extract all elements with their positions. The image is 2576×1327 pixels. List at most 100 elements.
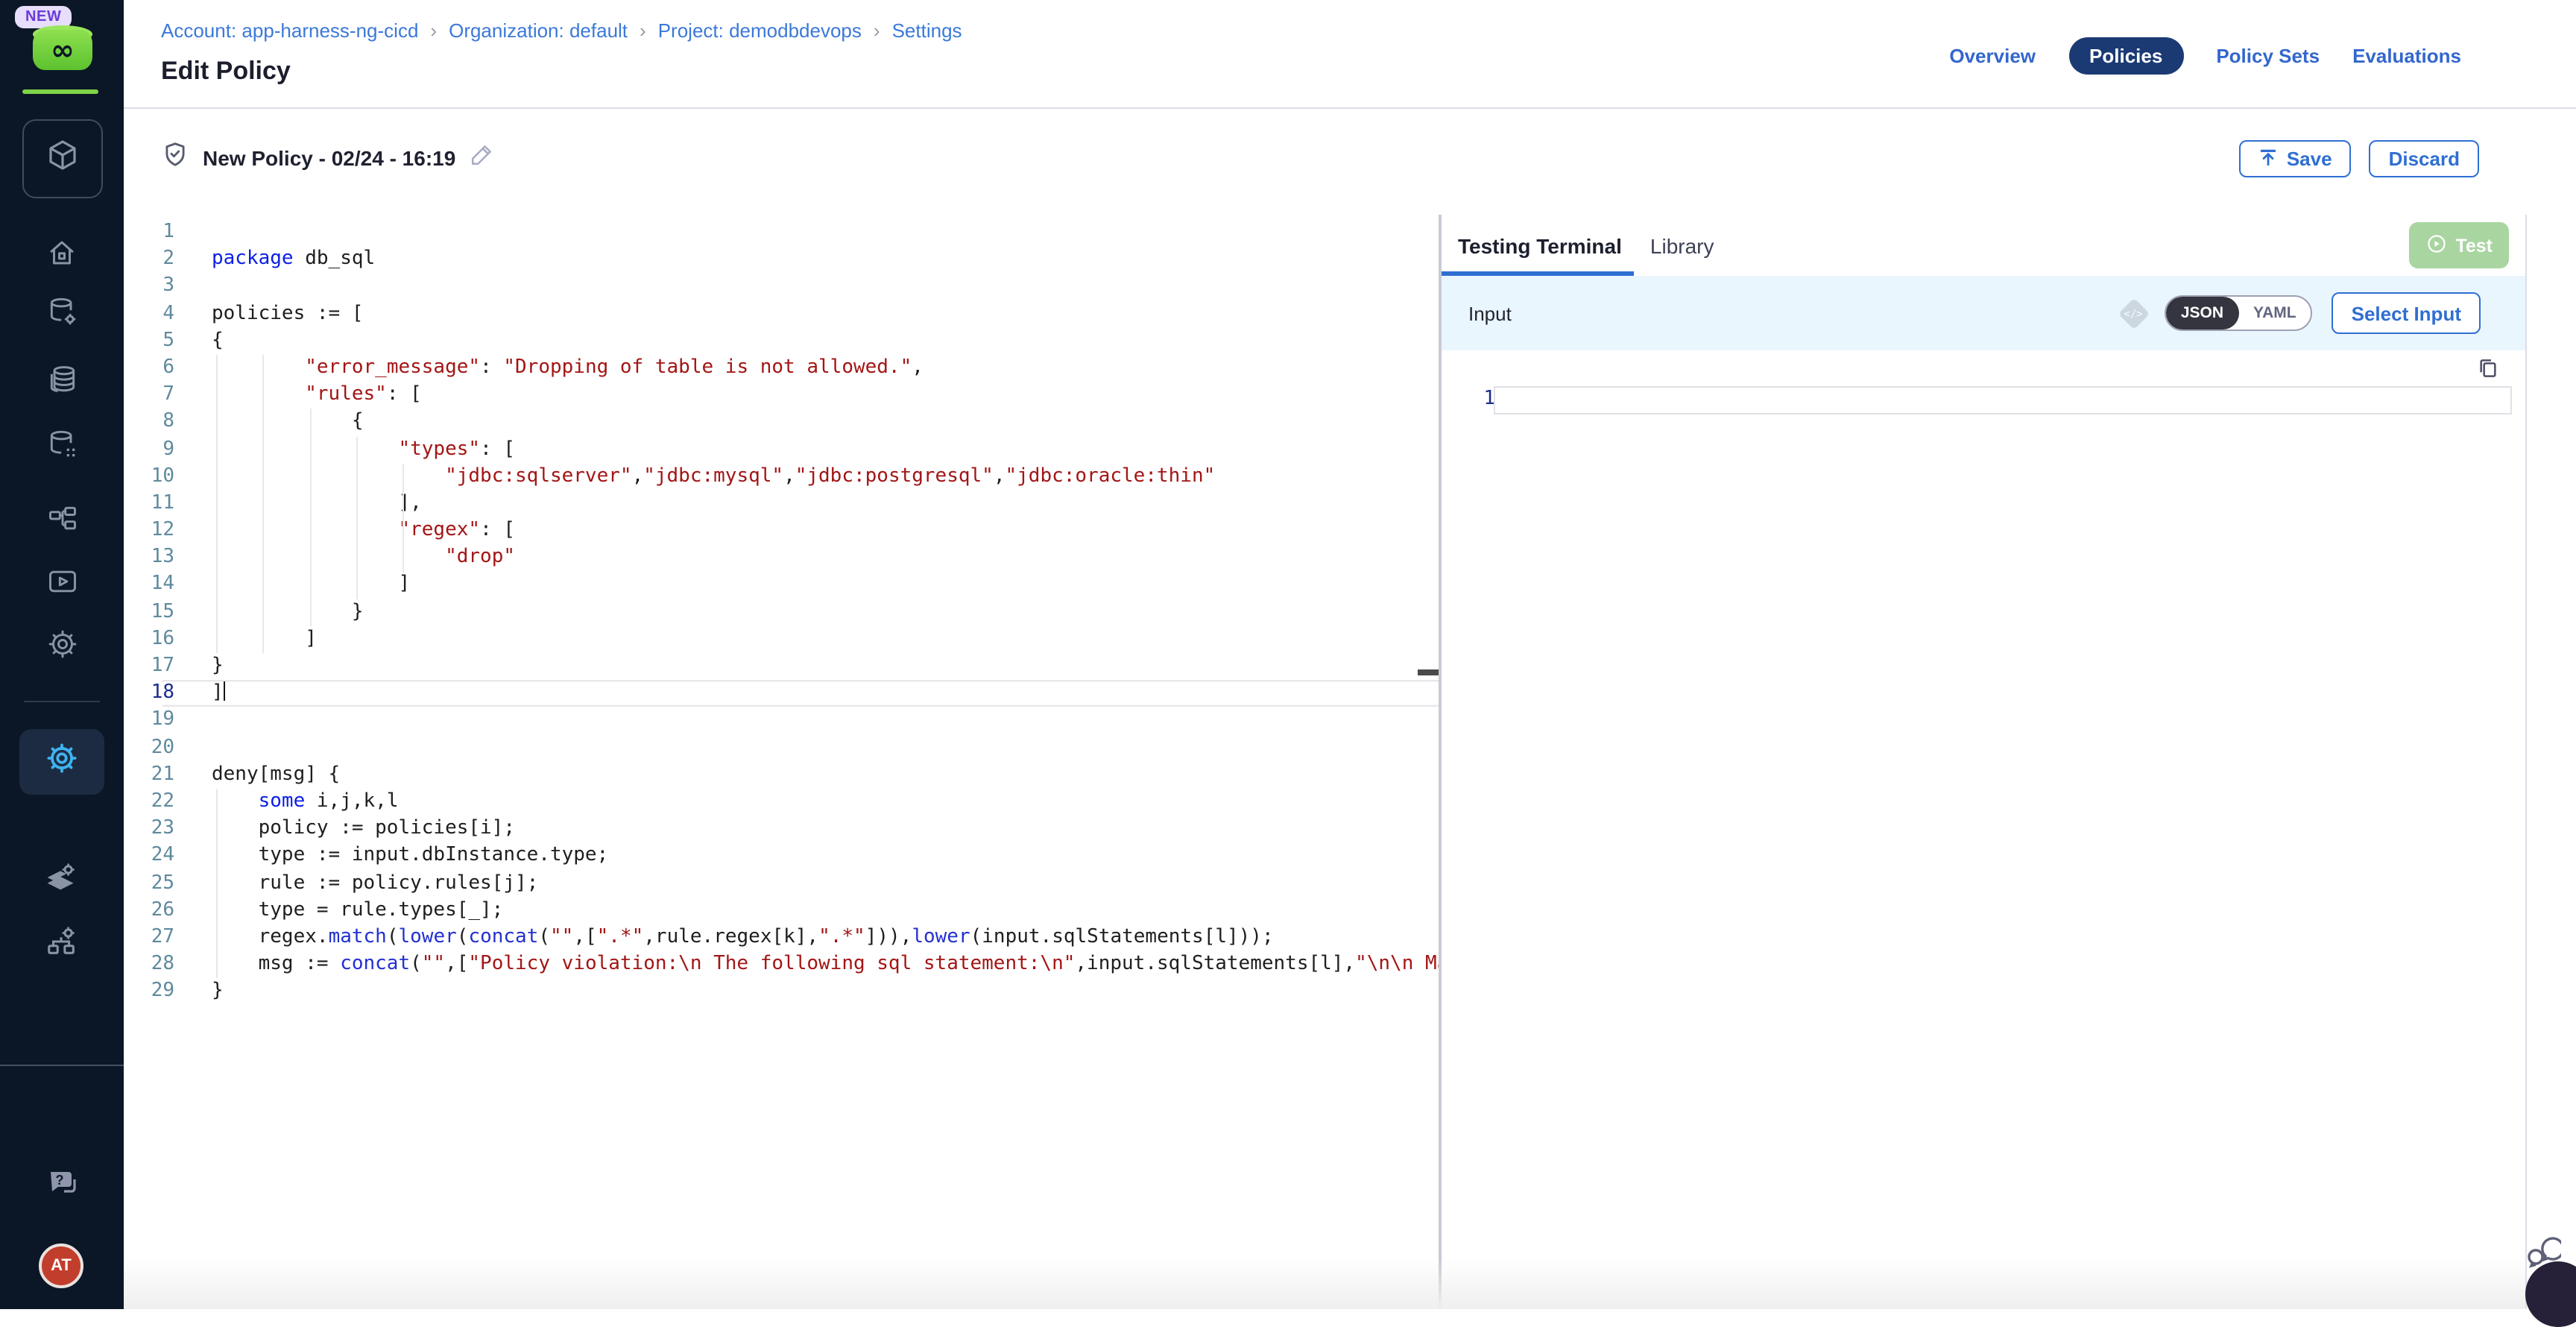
breadcrumb-link[interactable]: Account: app-harness-ng-cicd	[161, 19, 418, 42]
shield-check-icon	[161, 140, 189, 176]
avatar-initials: AT	[51, 1257, 72, 1275]
code-line[interactable]: type = rule.types[_];	[162, 897, 1439, 924]
code-line[interactable]: }	[162, 599, 1439, 625]
avatar[interactable]: AT	[39, 1244, 83, 1288]
code-line[interactable]: type := input.dbInstance.type;	[162, 843, 1439, 870]
gear-active-icon	[45, 741, 79, 783]
header-nav: Overview Policies Policy Sets Evaluations	[1949, 37, 2461, 75]
code-line[interactable]: ]	[162, 572, 1439, 599]
sidebar-item-db-settings[interactable]	[0, 295, 124, 328]
input-label: Input	[1468, 302, 1512, 324]
code-line[interactable]: }	[162, 653, 1439, 680]
nav-evaluations[interactable]: Evaluations	[2352, 45, 2461, 67]
page-title: Edit Policy	[161, 57, 291, 86]
input-line-number: 1	[1474, 386, 1495, 412]
harness-db-devops-logo[interactable]: ∞	[33, 25, 92, 75]
edit-pencil-icon[interactable]	[469, 142, 494, 174]
code-line[interactable]: deny[msg] {	[162, 762, 1439, 789]
code-line[interactable]: }	[162, 979, 1439, 1006]
app-root: NEW ∞	[0, 0, 2576, 1309]
sidebar-item-home[interactable]	[0, 237, 124, 268]
discard-button[interactable]: Discard	[2370, 140, 2479, 177]
sidebar-item-db-instances[interactable]	[0, 364, 124, 397]
gear-icon	[45, 628, 78, 661]
infinity-icon: ∞	[33, 34, 92, 67]
sidebar-divider	[24, 701, 100, 702]
sidebar-item-settings[interactable]	[0, 628, 124, 661]
code-line[interactable]: package db_sql	[162, 246, 1439, 273]
chevron-right-icon: ›	[874, 19, 880, 42]
sidebar-item-help[interactable]: ?	[0, 1164, 124, 1200]
code-line[interactable]	[162, 274, 1439, 300]
sidebar-item-tutorials[interactable]	[0, 565, 124, 598]
chat-launcher-corner[interactable]	[2525, 1261, 2576, 1327]
chevron-right-icon: ›	[430, 19, 437, 42]
code-line[interactable]: ],	[162, 491, 1439, 517]
sidebar: NEW ∞	[0, 0, 124, 1309]
indent-guide	[402, 464, 404, 573]
main-area: 1234567891011121314151617181920212223242…	[124, 215, 2525, 1309]
editor-code[interactable]: package db_sqlpolicies := [{ "error_mess…	[162, 219, 1439, 1006]
code-line[interactable]: "jdbc:sqlserver","jdbc:mysql","jdbc:post…	[162, 463, 1439, 490]
code-format-icon: </>	[2118, 297, 2150, 329]
tab-testing-terminal[interactable]: Testing Terminal	[1442, 215, 1634, 276]
copy-icon[interactable]	[2476, 356, 2500, 388]
code-line[interactable]: "error_message": "Dropping of table is n…	[162, 355, 1439, 382]
nav-policies[interactable]: Policies	[2068, 37, 2183, 75]
help-chat-icon: ?	[44, 1164, 80, 1200]
input-editor[interactable]: 1	[1442, 350, 2525, 1309]
svg-text:?: ?	[55, 1173, 63, 1188]
sidebar-item-pipelines[interactable]	[0, 502, 124, 535]
breadcrumb-link[interactable]: Organization: default	[449, 19, 628, 42]
code-line[interactable]: {	[162, 328, 1439, 355]
breadcrumb-link[interactable]: Project: demodbdevops	[658, 19, 862, 42]
code-line[interactable]: some i,j,k,l	[162, 789, 1439, 816]
input-current-line[interactable]	[1494, 386, 2512, 415]
indent-guide	[216, 355, 218, 653]
text-cursor	[224, 681, 226, 701]
cube-icon	[45, 137, 80, 180]
format-option-json[interactable]: JSON	[2166, 297, 2238, 330]
hierarchy-icon	[45, 502, 78, 535]
code-line[interactable]	[162, 707, 1439, 734]
code-line[interactable]: ]	[162, 680, 1439, 707]
page-header: Account: app-harness-ng-cicd › Organizatio…	[124, 0, 2576, 107]
org-gear-icon	[45, 924, 79, 959]
nav-policy-sets[interactable]: Policy Sets	[2216, 45, 2320, 67]
code-line[interactable]: msg := concat("",["Policy violation:\n T…	[162, 951, 1439, 978]
code-line[interactable]: {	[162, 409, 1439, 436]
database-gear-icon	[45, 295, 78, 328]
policy-code-editor[interactable]: 1234567891011121314151617181920212223242…	[124, 215, 1439, 1309]
video-play-icon	[45, 565, 78, 598]
format-toggle[interactable]: JSONYAML	[2165, 295, 2313, 331]
sidebar-item-project-settings-active[interactable]	[19, 729, 104, 795]
code-line[interactable]: policies := [	[162, 300, 1439, 327]
code-line[interactable]	[162, 219, 1439, 246]
nav-overview[interactable]: Overview	[1949, 45, 2036, 67]
sidebar-bottom-divider	[0, 1065, 124, 1066]
indent-guide	[216, 789, 218, 978]
code-line[interactable]: regex.match(lower(concat("",[".*",rule.r…	[162, 924, 1439, 951]
breadcrumb: Account: app-harness-ng-cicd › Organizatio…	[161, 19, 962, 42]
module-selector[interactable]	[22, 119, 103, 198]
tab-library[interactable]: Library	[1634, 215, 1726, 276]
sidebar-item-db-schemas[interactable]	[0, 428, 124, 461]
select-input-button[interactable]: Select Input	[2332, 292, 2481, 334]
indent-guide	[356, 437, 358, 599]
chevron-right-icon: ›	[640, 19, 646, 42]
code-line[interactable]: "rules": [	[162, 382, 1439, 409]
code-line[interactable]: policy := policies[i];	[162, 816, 1439, 842]
test-button[interactable]: Test	[2409, 222, 2509, 268]
code-line[interactable]: "drop"	[162, 545, 1439, 572]
code-line[interactable]: ]	[162, 626, 1439, 653]
sidebar-item-layers-settings[interactable]	[0, 860, 124, 895]
code-line[interactable]: "types": [	[162, 436, 1439, 463]
save-button[interactable]: Save	[2239, 140, 2352, 177]
code-line[interactable]: rule := policy.rules[j];	[162, 870, 1439, 897]
format-option-yaml[interactable]: YAML	[2238, 297, 2311, 330]
breadcrumb-link[interactable]: Settings	[892, 19, 962, 42]
sidebar-item-org-settings[interactable]	[0, 924, 124, 959]
upload-icon	[2258, 147, 2278, 171]
code-line[interactable]: "regex": [	[162, 517, 1439, 544]
code-line[interactable]	[162, 734, 1439, 761]
